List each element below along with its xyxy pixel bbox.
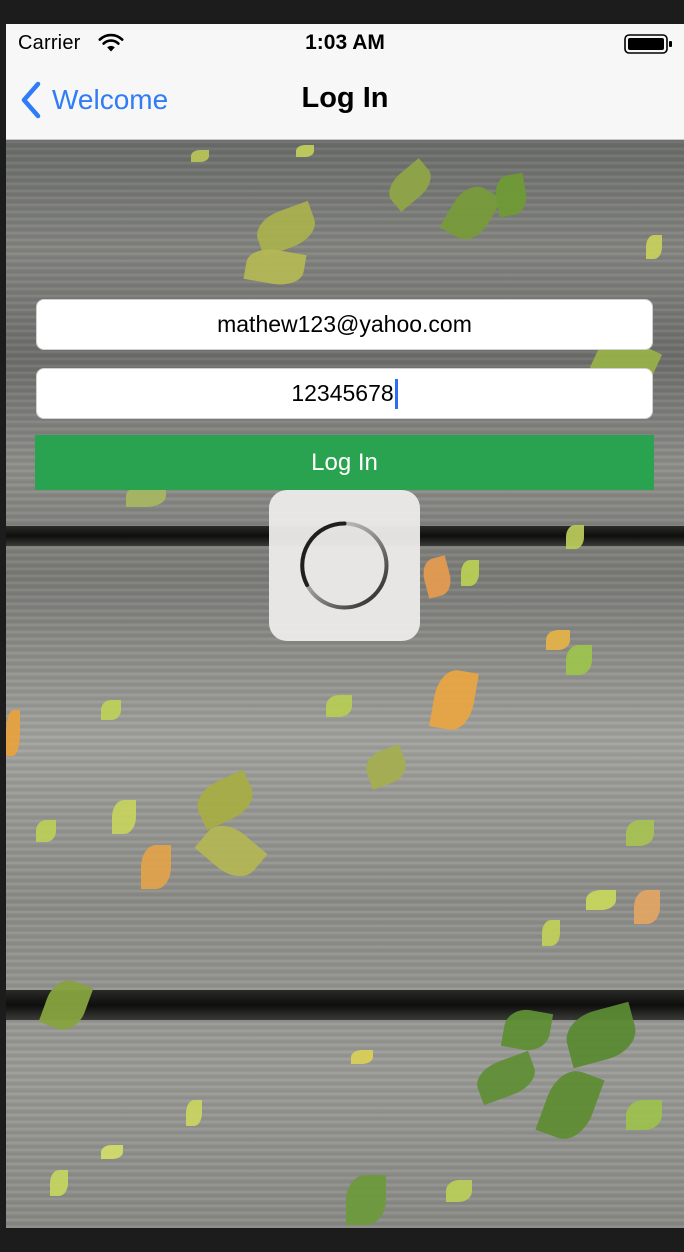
log-in-button-label: Log In: [311, 448, 378, 476]
leaf-decoration: [50, 1170, 68, 1196]
leaf-decoration: [346, 1175, 386, 1225]
leaf-decoration: [471, 1050, 541, 1106]
leaf-decoration: [535, 1063, 605, 1147]
leaf-decoration: [626, 820, 654, 846]
leaf-decoration: [626, 1100, 662, 1130]
leaf-decoration: [542, 920, 560, 946]
leaf-decoration: [351, 1050, 373, 1064]
leaf-decoration: [190, 769, 260, 831]
leaf-decoration: [429, 666, 479, 734]
status-bar: Carrier 1:03 AM: [6, 24, 684, 64]
leaf-decoration: [634, 890, 660, 924]
leaf-decoration: [186, 1100, 202, 1126]
leaf-decoration: [101, 700, 121, 720]
activity-spinner-icon: [300, 521, 389, 610]
leaf-decoration: [439, 178, 503, 248]
page-title: Log In: [301, 82, 389, 114]
phone-screen: Carrier 1:03 AM Welcome Log In mathew123…: [6, 24, 684, 1228]
loading-indicator: [269, 490, 420, 641]
navigation-bar: Welcome Log In: [6, 64, 684, 140]
text-caret: [394, 378, 398, 409]
leaf-decoration: [361, 744, 411, 790]
clock-time: 1:03 AM: [305, 31, 385, 54]
leaf-decoration: [243, 245, 307, 289]
leaf-decoration: [419, 555, 455, 599]
email-field-value: mathew123@yahoo.com: [217, 311, 472, 337]
password-field-value: 12345678: [291, 380, 394, 406]
battery-icon: [624, 34, 672, 54]
leaf-decoration: [36, 820, 56, 842]
leaf-decoration: [446, 1180, 472, 1202]
leaf-decoration: [296, 145, 314, 157]
leaf-decoration: [381, 158, 439, 212]
leaf-decoration: [6, 710, 20, 756]
leaf-decoration: [191, 150, 209, 162]
leaf-decoration: [38, 974, 94, 1036]
password-field[interactable]: 12345678: [36, 368, 653, 419]
leaf-decoration: [461, 560, 479, 586]
leaf-decoration: [101, 1145, 123, 1159]
leaf-decoration: [112, 800, 136, 834]
log-in-button[interactable]: Log In: [35, 435, 654, 490]
leaf-decoration: [546, 630, 570, 650]
leaf-decoration: [646, 235, 662, 259]
leaf-decoration: [326, 695, 352, 717]
leaf-decoration: [492, 172, 530, 218]
leaf-decoration: [141, 845, 171, 889]
leaf-decoration: [251, 200, 321, 258]
leaf-decoration: [566, 525, 584, 549]
leaf-decoration: [566, 645, 592, 675]
leaf-decoration: [586, 890, 616, 910]
email-field[interactable]: mathew123@yahoo.com: [36, 299, 653, 350]
